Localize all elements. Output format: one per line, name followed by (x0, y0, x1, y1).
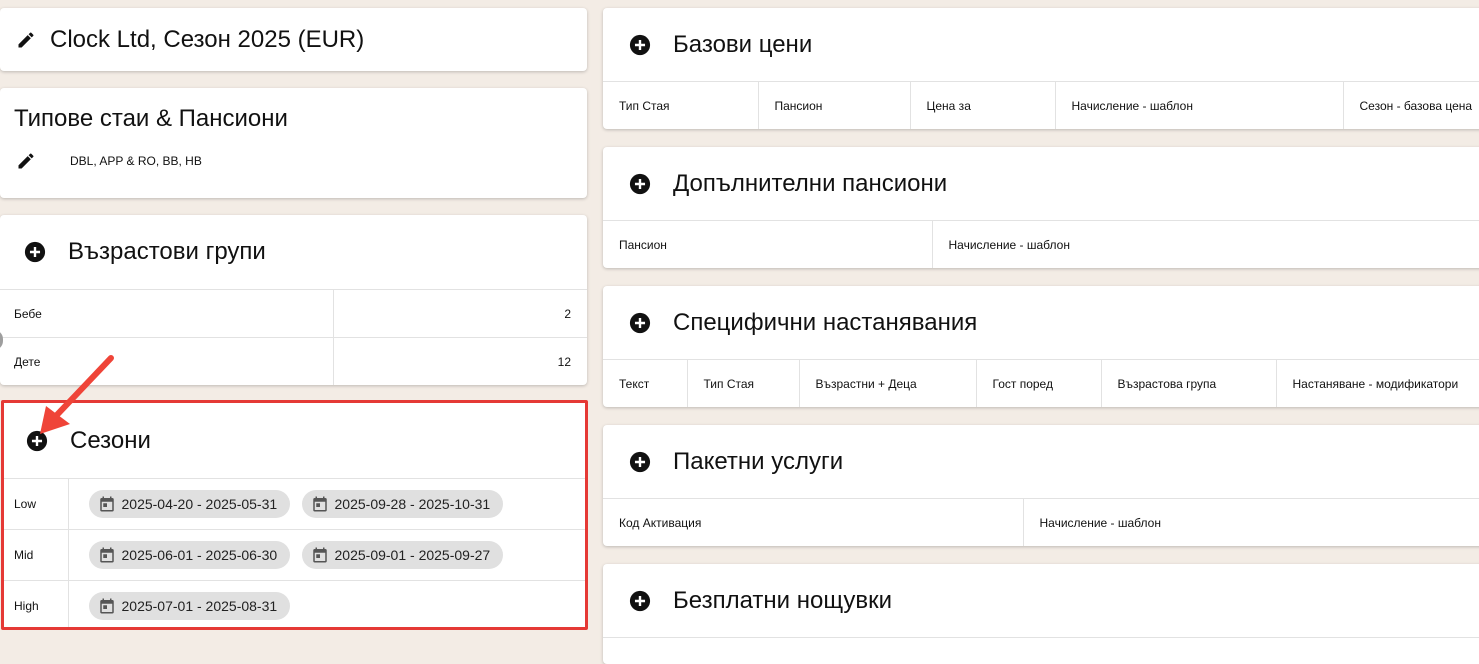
age-groups-title: Възрастови групи (68, 238, 266, 265)
season-date-range: 2025-06-01 - 2025-06-30 (121, 547, 278, 563)
contract-title: Clock Ltd, Сезон 2025 (EUR) (50, 25, 365, 53)
plus-circle-icon[interactable] (629, 34, 651, 56)
column-header[interactable]: Начисление - шаблон (932, 220, 1479, 268)
table-row[interactable]: Mid 2025-06-01 - 2025-06-30 2025-09-01 -… (4, 529, 585, 581)
season-date-range: 2025-07-01 - 2025-08-31 (121, 598, 278, 615)
column-header[interactable]: Цена за (910, 81, 1056, 129)
base-prices-table: Тип Стая Пансион Цена за Начисление - ша… (603, 81, 1479, 129)
room-types-title: Типове стаи & Пансиони (14, 105, 288, 132)
calendar-icon (99, 496, 114, 512)
room-types-summary: DBL, APP & RO, BB, HB (70, 154, 202, 168)
season-date-chip[interactable]: 2025-09-28 - 2025-10-31 (301, 490, 504, 518)
table-header-row: Текст Тип Стая Възрастни + Деца Гост пор… (603, 359, 1479, 407)
plus-circle-icon[interactable] (629, 173, 651, 195)
season-name: Low (4, 478, 69, 530)
table-header-row: Тип Стая Пансион Цена за Начисление - ша… (603, 81, 1479, 129)
room-types-card: Типове стаи & Пансиони DBL, APP & RO, BB… (0, 88, 587, 198)
column-header[interactable]: Код Активация (603, 498, 1024, 546)
column-header[interactable]: Пансион (758, 81, 911, 129)
season-date-chip[interactable]: 2025-09-01 - 2025-09-27 (301, 541, 504, 569)
season-date-chip[interactable]: 2025-07-01 - 2025-08-31 (88, 592, 291, 621)
age-group-max-age: 2 (333, 289, 587, 338)
free-nights-table-divider (603, 637, 1479, 664)
seasons-table: Low 2025-04-20 - 2025-05-31 2025-09-28 -… (4, 478, 585, 627)
table-header-row: Пансион Начисление - шаблон (603, 220, 1479, 268)
annotation-arrow (40, 355, 114, 434)
column-header[interactable]: Тип Стая (687, 359, 800, 407)
specific-accommodations-card: Специфични настанявания Текст Тип Стая В… (603, 286, 1479, 407)
free-nights-card: Безплатни нощувки (603, 564, 1479, 664)
plus-circle-icon[interactable] (24, 241, 46, 263)
base-prices-card: Базови цени Тип Стая Пансион Цена за Нач… (603, 8, 1479, 129)
base-prices-title: Базови цени (673, 30, 813, 58)
column-header[interactable]: Сезон - базова цена (1343, 81, 1479, 129)
season-name: Mid (4, 529, 69, 581)
specific-accommodations-table: Текст Тип Стая Възрастни + Деца Гост пор… (603, 359, 1479, 407)
column-header[interactable]: Настаняване - модификатори (1276, 359, 1479, 407)
season-date-chip[interactable]: 2025-06-01 - 2025-06-30 (88, 541, 291, 569)
extra-boards-title: Допълнителни пансиони (673, 169, 948, 197)
season-name: High (4, 580, 69, 627)
column-header[interactable]: Възрастни + Деца (799, 359, 977, 407)
table-header-row: Код Активация Начисление - шаблон (603, 498, 1479, 546)
season-date-range: 2025-09-28 - 2025-10-31 (334, 496, 491, 512)
package-services-card: Пакетни услуги Код Активация Начисление … (603, 425, 1479, 546)
extra-boards-card: Допълнителни пансиони Пансион Начисление… (603, 147, 1479, 268)
table-row[interactable]: Low 2025-04-20 - 2025-05-31 2025-09-28 -… (4, 478, 585, 530)
contract-card: Clock Ltd, Сезон 2025 (EUR) (0, 8, 587, 71)
column-header[interactable]: Тип Стая (603, 81, 759, 129)
pencil-icon[interactable] (15, 29, 37, 51)
column-header[interactable]: Възрастова група (1101, 359, 1277, 407)
season-date-range: 2025-09-01 - 2025-09-27 (334, 547, 491, 563)
age-group-name: Бебе (0, 289, 334, 338)
column-header[interactable]: Гост поред (976, 359, 1102, 407)
calendar-icon (312, 496, 327, 512)
season-date-range: 2025-04-20 - 2025-05-31 (121, 496, 278, 512)
column-header[interactable]: Текст (603, 359, 688, 407)
age-group-max-age: 12 (333, 337, 587, 385)
plus-circle-icon[interactable] (629, 590, 651, 612)
table-row[interactable]: High 2025-07-01 - 2025-08-31 (4, 580, 585, 627)
package-services-title: Пакетни услуги (673, 447, 844, 475)
season-date-chip[interactable]: 2025-04-20 - 2025-05-31 (88, 490, 291, 518)
column-header[interactable]: Пансион (603, 220, 933, 268)
calendar-icon (312, 547, 327, 563)
specific-accommodations-title: Специфични настанявания (673, 308, 978, 336)
table-row[interactable]: Бебе 2 (0, 289, 587, 338)
column-header[interactable]: Начисление - шаблон (1055, 81, 1344, 129)
extra-boards-table: Пансион Начисление - шаблон (603, 220, 1479, 268)
plus-circle-icon[interactable] (629, 451, 651, 473)
free-nights-title: Безплатни нощувки (673, 586, 892, 614)
calendar-icon (99, 598, 114, 614)
package-services-table: Код Активация Начисление - шаблон (603, 498, 1479, 546)
plus-circle-icon[interactable] (629, 312, 651, 334)
calendar-icon (99, 547, 114, 563)
pencil-icon[interactable] (15, 150, 37, 172)
column-header[interactable]: Начисление - шаблон (1023, 498, 1479, 546)
